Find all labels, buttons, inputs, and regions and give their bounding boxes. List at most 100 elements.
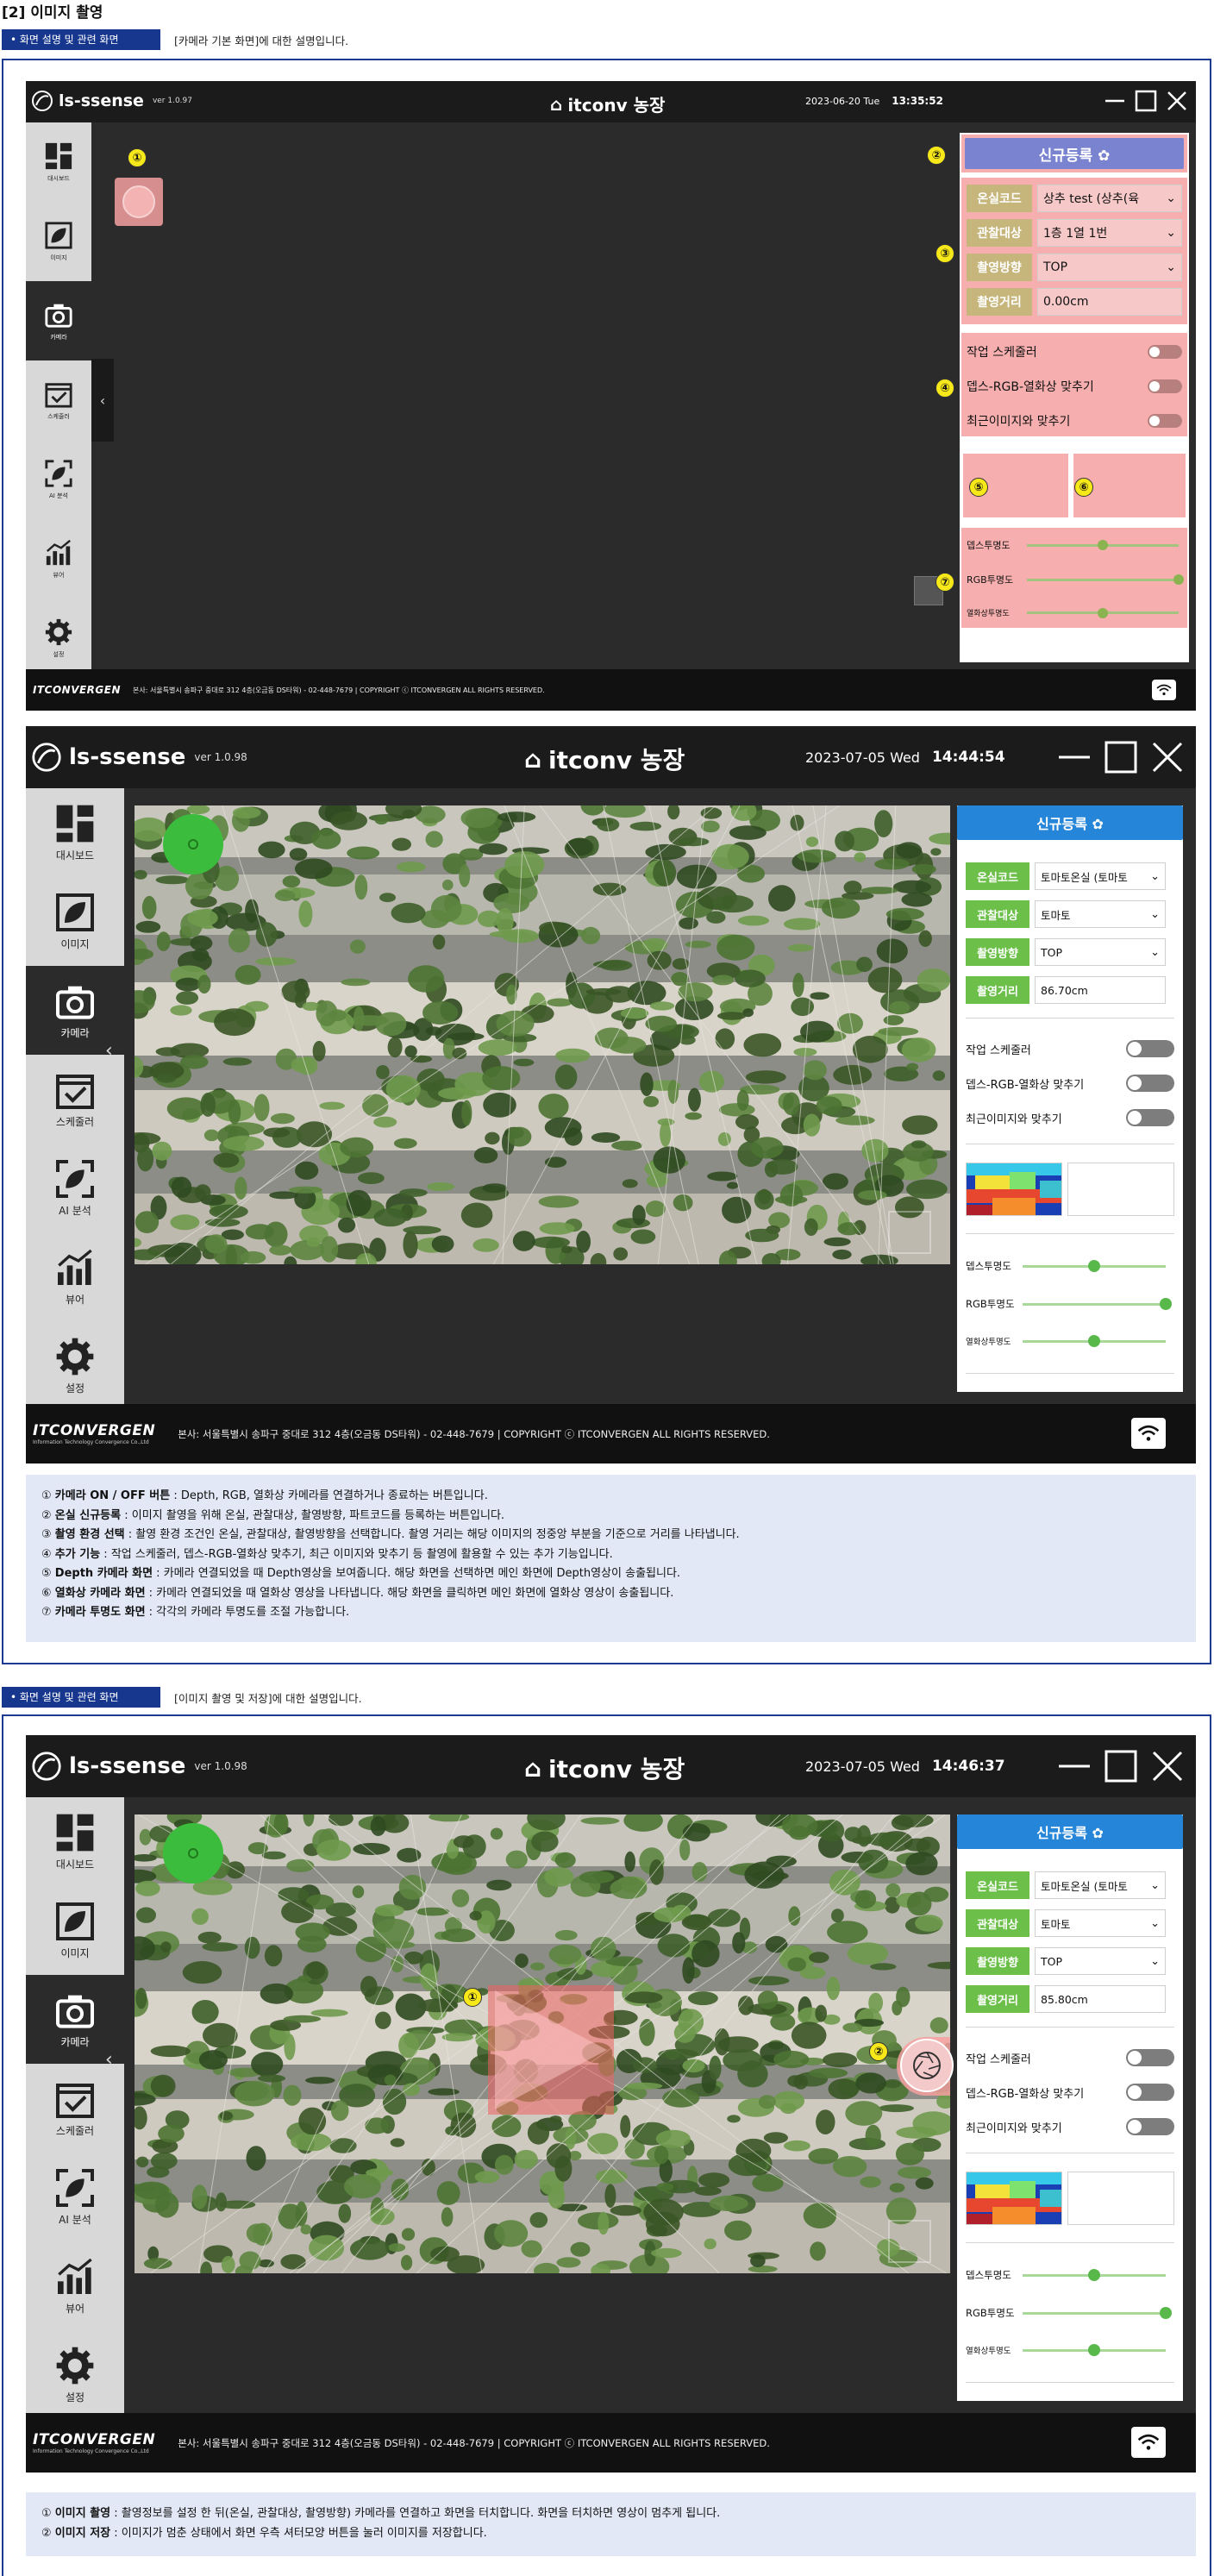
sidebar-item-scheduler[interactable]: 스케줄러 xyxy=(26,1055,124,1144)
direction-value: TOP xyxy=(1043,260,1068,274)
new-register-button[interactable]: 신규등록 ✿ xyxy=(957,805,1183,840)
camera-on-off-button[interactable] xyxy=(163,814,223,874)
touch-capture-area[interactable] xyxy=(488,1985,614,2115)
align-toggle[interactable] xyxy=(1148,379,1182,393)
date-text: 2023-07-05 Wed xyxy=(805,1758,920,1775)
scheduler-toggle[interactable] xyxy=(1148,345,1182,359)
chevron-left-icon[interactable]: ‹ xyxy=(105,1040,113,1062)
sidebar-item-viewer[interactable]: 뷰어 xyxy=(26,2241,124,2330)
greenhouse-label: 온실코드 xyxy=(966,1871,1029,1899)
slider-knob[interactable] xyxy=(1098,607,1108,618)
greenhouse-select[interactable]: 상추 test (상추(육 ⌄ xyxy=(1037,185,1182,212)
close-icon[interactable] xyxy=(1150,740,1185,774)
slider-track[interactable] xyxy=(1027,607,1179,618)
toggle-row-recent: 최근이미지와 맞추기 xyxy=(966,2118,1174,2135)
slider-track[interactable] xyxy=(1023,2307,1172,2319)
camera-on-off-button[interactable] xyxy=(163,1823,223,1883)
slider-knob[interactable] xyxy=(1160,2307,1172,2319)
slider-knob[interactable] xyxy=(1173,574,1184,585)
scheduler-toggle[interactable] xyxy=(1126,2049,1174,2066)
sidebar-item-ai-analysis[interactable]: AI 분석 xyxy=(26,440,91,519)
greenhouse-select[interactable]: 토마토온실 (토마토 ⌄ xyxy=(1035,862,1166,890)
minimize-icon[interactable] xyxy=(1057,740,1092,774)
wifi-icon[interactable] xyxy=(1131,1418,1166,1449)
depth-thumbnail[interactable] xyxy=(966,2172,1062,2225)
target-select[interactable]: 토마토 ⌄ xyxy=(1035,900,1166,928)
sidebar-item-image[interactable]: 이미지 xyxy=(26,202,91,281)
slider-knob[interactable] xyxy=(1088,1335,1100,1347)
target-select[interactable]: 토마토 ⌄ xyxy=(1035,1909,1166,1937)
chevron-left-icon[interactable]: ‹ xyxy=(105,2049,113,2071)
slider-knob[interactable] xyxy=(1160,1298,1172,1310)
opacity-slider-thermal: 열화상투명도 xyxy=(967,607,1179,618)
sidebar-collapse-button[interactable]: ‹ xyxy=(91,359,114,442)
slider-track[interactable] xyxy=(1023,1335,1166,1347)
wifi-icon[interactable] xyxy=(1152,680,1176,700)
target-select[interactable]: 1층 1열 1번 ⌄ xyxy=(1037,219,1182,247)
maximize-icon[interactable] xyxy=(1135,90,1157,112)
greenhouse-select[interactable]: 토마토온실 (토마토 ⌄ xyxy=(1035,1871,1166,1899)
align-toggle[interactable] xyxy=(1126,1075,1174,1092)
thermal-thumbnail[interactable] xyxy=(1067,2172,1174,2225)
direction-select[interactable]: TOP ⌄ xyxy=(1035,1947,1166,1975)
recent-toggle[interactable] xyxy=(1126,2118,1174,2135)
ai-leaf-icon xyxy=(45,460,72,487)
camera-feed[interactable] xyxy=(135,805,950,1264)
opacity-slider-rgb: RGB투명도 xyxy=(966,1297,1172,1311)
slider-track[interactable] xyxy=(1023,2344,1166,2356)
sidebar-item-dashboard[interactable]: 대시보드 xyxy=(26,788,124,877)
wifi-icon[interactable] xyxy=(1131,2427,1166,2458)
sidebar-item-viewer[interactable]: 뷰어 xyxy=(26,1232,124,1321)
recent-toggle[interactable] xyxy=(1148,414,1182,428)
recent-toggle[interactable] xyxy=(1126,1109,1174,1126)
align-toggle[interactable] xyxy=(1126,2084,1174,2101)
description-number: ② xyxy=(41,1508,52,1522)
sidebar-item-image[interactable]: 이미지 xyxy=(26,1886,124,1975)
minimize-icon[interactable] xyxy=(1104,90,1126,112)
slider-track[interactable] xyxy=(1023,1260,1166,1272)
sidebar-item-camera[interactable]: 카메라 xyxy=(26,281,91,360)
shutter-button[interactable] xyxy=(900,2039,954,2092)
close-icon[interactable] xyxy=(1166,90,1188,112)
direction-select[interactable]: TOP ⌄ xyxy=(1037,254,1182,281)
sidebar-item-label: 스케줄러 xyxy=(47,413,70,420)
scheduler-toggle[interactable] xyxy=(1126,1040,1174,1057)
sidebar-item-settings[interactable]: 설정 xyxy=(26,2330,124,2419)
capture-overlay-icon[interactable] xyxy=(888,2220,931,2263)
sidebar-item-scheduler[interactable]: 스케줄러 xyxy=(26,360,91,440)
slider-knob[interactable] xyxy=(1088,2344,1100,2356)
maximize-icon[interactable] xyxy=(1104,1749,1138,1783)
slider-knob[interactable] xyxy=(1088,2269,1100,2281)
toggle-label: 뎁스-RGB-열화상 맞추기 xyxy=(966,1078,1085,1092)
sidebar-item-dashboard[interactable]: 대시보드 xyxy=(26,1797,124,1886)
capture-overlay-icon[interactable] xyxy=(888,1211,931,1254)
direction-select[interactable]: TOP ⌄ xyxy=(1035,938,1166,966)
slider-track[interactable] xyxy=(1023,1298,1172,1310)
slider-track[interactable] xyxy=(1027,574,1184,585)
sidebar-item-settings[interactable]: 설정 xyxy=(26,599,91,678)
slider-track[interactable] xyxy=(1023,2269,1166,2281)
new-register-button[interactable]: 신규등록 ✿ xyxy=(965,138,1184,169)
thermal-thumbnail[interactable] xyxy=(1067,1163,1174,1216)
field-greenhouse: 온실코드 토마토온실 (토마토 ⌄ xyxy=(966,1871,1166,1899)
sidebar-item-viewer[interactable]: 뷰어 xyxy=(26,519,91,599)
sidebar-item-image[interactable]: 이미지 xyxy=(26,877,124,966)
slider-knob[interactable] xyxy=(1098,540,1108,550)
depth-thumbnail[interactable] xyxy=(966,1163,1062,1216)
new-register-button[interactable]: 신규등록 ✿ xyxy=(957,1814,1183,1849)
minimize-icon[interactable] xyxy=(1057,1749,1092,1783)
sidebar-item-scheduler[interactable]: 스케줄러 xyxy=(26,2064,124,2153)
sidebar-item-dashboard[interactable]: 대시보드 xyxy=(26,122,91,202)
sidebar-item-ai-analysis[interactable]: AI 분석 xyxy=(26,1144,124,1232)
section-tag: • 화면 설명 및 관련 화면 xyxy=(2,1687,160,1708)
barn-icon: ⌂ xyxy=(524,744,542,774)
logo-icon xyxy=(32,743,61,772)
camera-on-off-button[interactable] xyxy=(122,185,155,218)
maximize-icon[interactable] xyxy=(1104,740,1138,774)
sidebar-item-ai-analysis[interactable]: AI 분석 xyxy=(26,2153,124,2241)
field-direction: 촬영방향 TOP ⌄ xyxy=(966,1947,1166,1975)
slider-knob[interactable] xyxy=(1088,1260,1100,1272)
slider-track[interactable] xyxy=(1027,540,1179,550)
close-icon[interactable] xyxy=(1150,1749,1185,1783)
sidebar-item-settings[interactable]: 설정 xyxy=(26,1321,124,1410)
